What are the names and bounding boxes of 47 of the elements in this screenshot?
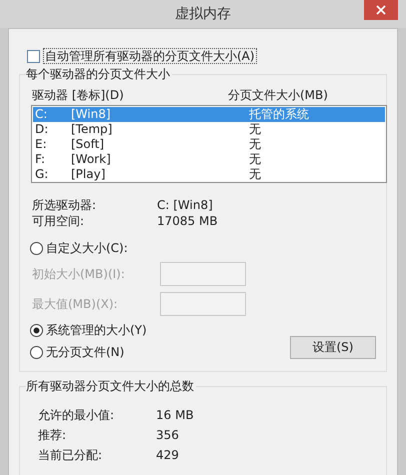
info-label: 推荐: bbox=[38, 427, 68, 444]
drive-letter: C: bbox=[34, 107, 48, 122]
column-header: 分页文件大小(MB) bbox=[228, 86, 328, 104]
info-label: 可用空间: bbox=[32, 213, 86, 229]
window-title: 虚拟内存 bbox=[175, 5, 231, 23]
column-header: 驱动器 [卷标](D) bbox=[32, 86, 125, 104]
radio-button[interactable] bbox=[30, 346, 43, 358]
info-value: 17085 MB bbox=[157, 213, 218, 229]
radio-button[interactable] bbox=[30, 242, 43, 254]
group-title: 所有驱动器分页文件大小的总数 bbox=[26, 378, 196, 394]
radio-label[interactable]: 自定义大小(C): bbox=[46, 240, 128, 256]
drive-letter: E: bbox=[34, 137, 48, 152]
set-button[interactable]: 设置(S) bbox=[290, 336, 376, 358]
drive-label: [Play] bbox=[71, 167, 106, 182]
checkbox-label[interactable]: 自动管理所有驱动器的分页文件大小(A) bbox=[43, 48, 257, 64]
close-button[interactable] bbox=[364, 0, 398, 20]
close-icon bbox=[376, 5, 386, 15]
field-label: 最大值(MB)(X): bbox=[32, 296, 119, 312]
group-title: 每个驱动器的分页文件大小 bbox=[26, 66, 172, 82]
field-label: 初始大小(MB)(I): bbox=[32, 266, 126, 282]
drive-letter: G: bbox=[34, 167, 50, 182]
info-label: 当前已分配: bbox=[38, 447, 104, 464]
radio-label[interactable]: 系统管理的大小(Y) bbox=[46, 322, 147, 338]
drive-label: [Soft] bbox=[71, 137, 106, 152]
drive-size: 无 bbox=[249, 122, 261, 137]
drive-size: 无 bbox=[249, 167, 261, 182]
radio-button[interactable] bbox=[30, 324, 43, 336]
drive-label: [Temp] bbox=[71, 122, 114, 137]
list-row[interactable]: D: [Temp] 无 bbox=[33, 122, 385, 137]
drive-label: [Win8] bbox=[71, 107, 112, 122]
info-value: 429 bbox=[156, 447, 179, 464]
drive-size: 无 bbox=[249, 137, 261, 152]
info-value: C: [Win8] bbox=[157, 197, 213, 213]
info-value: 356 bbox=[156, 427, 179, 444]
info-value: 16 MB bbox=[156, 407, 194, 424]
list-row[interactable]: E: [Soft] 无 bbox=[33, 137, 385, 152]
drive-size: 无 bbox=[249, 152, 261, 167]
radio-label[interactable]: 无分页文件(N) bbox=[46, 344, 124, 360]
drive-label: [Work] bbox=[71, 152, 112, 167]
drive-letter: F: bbox=[34, 152, 46, 167]
drive-size: 托管的系统 bbox=[249, 107, 309, 122]
list-row[interactable]: G: [Play] 无 bbox=[33, 167, 385, 182]
drive-letter: D: bbox=[34, 122, 50, 137]
info-label: 所选驱动器: bbox=[32, 197, 98, 213]
info-label: 允许的最小值: bbox=[38, 407, 116, 424]
list-row[interactable]: F: [Work] 无 bbox=[33, 152, 385, 167]
checkbox[interactable] bbox=[27, 50, 40, 62]
